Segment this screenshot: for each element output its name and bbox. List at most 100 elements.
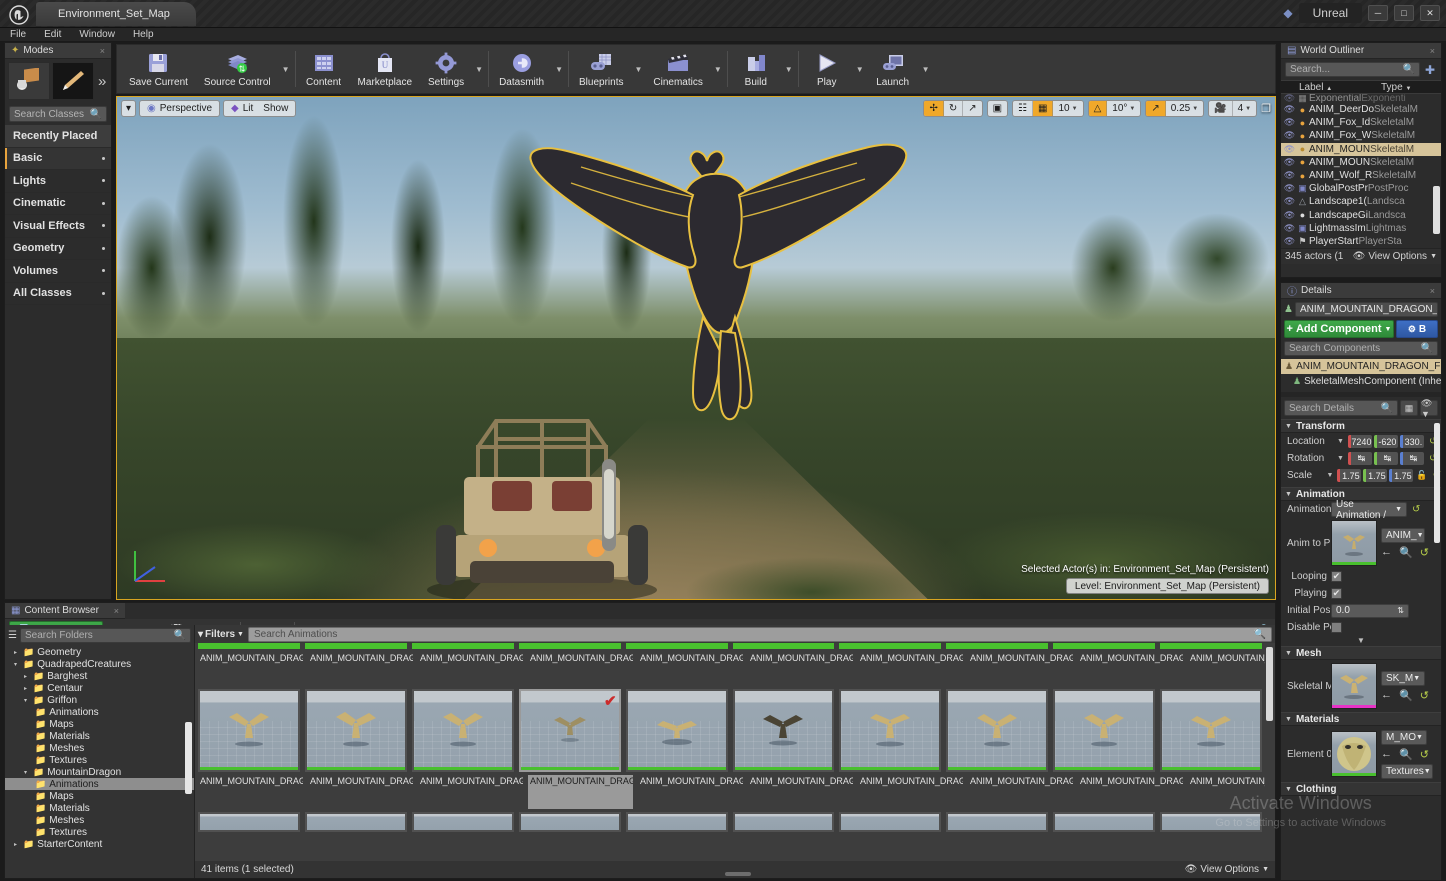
location-x-field[interactable]: 7240: [1348, 435, 1372, 448]
viewport-options-menu[interactable]: ▾: [121, 100, 136, 117]
scale-snap-icon[interactable]: ↗: [1146, 101, 1165, 116]
table-row[interactable]: 👁▣LightmassImLightmas: [1281, 222, 1441, 235]
modes-close-icon[interactable]: ×: [100, 46, 105, 56]
asset-thumbnail[interactable]: ✔: [519, 689, 621, 772]
list-item[interactable]: ANIM_MOUNTAIN_DRAGON_FlyStationaryGetHit: [308, 775, 413, 809]
modes-panel-tab[interactable]: ✦ Modes ×: [5, 43, 111, 59]
add-component-button[interactable]: + Add Component ▼: [1284, 320, 1394, 338]
browse-to-asset-icon[interactable]: 🔍: [1399, 748, 1413, 761]
asset-tile[interactable]: [1053, 689, 1155, 772]
modes-item-cinematic[interactable]: Cinematic: [5, 193, 111, 216]
rotation-z-field[interactable]: ↹: [1400, 452, 1424, 465]
search-classes-input[interactable]: Search Classes 🔍: [9, 106, 107, 122]
lock-scale-ratio-icon[interactable]: 🔓: [1416, 470, 1427, 481]
folder-row-griffon-maps[interactable]: 📁Maps: [5, 718, 194, 730]
list-item[interactable]: ANIM_MOUNTAIN_DRAGON_flyNormalGetHit: [1078, 652, 1183, 686]
reset-mesh-asset-icon[interactable]: ↺: [1420, 689, 1429, 702]
world-space-icon[interactable]: ▣: [988, 101, 1007, 116]
expand-arrow-icon[interactable]: ▾: [21, 697, 30, 704]
asset-tile[interactable]: [946, 689, 1048, 772]
content-view-options-button[interactable]: 👁 View Options ▼: [1185, 864, 1269, 875]
menu-help[interactable]: Help: [133, 29, 154, 40]
modes-item-visual-effects[interactable]: Visual Effects: [5, 215, 111, 238]
outliner-close-icon[interactable]: ×: [1430, 46, 1435, 56]
browse-to-asset-icon[interactable]: 🔍: [1399, 689, 1413, 702]
list-item[interactable]: [839, 643, 941, 649]
reset-animation-mode-icon[interactable]: ↺: [1412, 504, 1420, 515]
blueprints-dropdown-icon[interactable]: ▼: [631, 47, 645, 91]
details-close-icon[interactable]: ×: [1430, 286, 1435, 296]
toolbar-build[interactable]: Build: [730, 47, 782, 91]
list-item[interactable]: ANIM_MOUNTAIN_DRAGON_ClawsAttack2HitComb…: [418, 652, 523, 686]
visibility-eye-icon[interactable]: 👁: [1283, 144, 1296, 155]
toolbar-launch[interactable]: Launch: [867, 47, 919, 91]
visibility-eye-icon[interactable]: 👁: [1283, 94, 1296, 103]
scale-gizmo-icon[interactable]: ↗: [963, 101, 981, 116]
visibility-eye-icon[interactable]: 👁: [1283, 210, 1296, 221]
asset-tile[interactable]: [1053, 812, 1155, 832]
transform-section-header[interactable]: ▼ Transform: [1281, 419, 1441, 433]
table-row[interactable]: 👁●ANIM_Fox_IdSkeletalM: [1281, 116, 1441, 129]
table-row[interactable]: 👁▣GlobalPostPrPostProc: [1281, 182, 1441, 195]
visibility-eye-icon[interactable]: 👁: [1283, 170, 1296, 181]
toolbar-cinematics[interactable]: Cinematics: [645, 47, 710, 91]
anim-asset-dropdown[interactable]: ANIM_ ▼: [1381, 528, 1425, 543]
browse-to-asset-icon[interactable]: 🔍: [1399, 546, 1413, 559]
list-item[interactable]: [626, 643, 728, 649]
collapse-tree-icon[interactable]: ☰: [8, 630, 17, 641]
details-actor-name-field[interactable]: ANIM_MOUNTAIN_DRAGON_FlySta: [1295, 302, 1438, 317]
asset-thumbnail[interactable]: [1053, 689, 1155, 772]
edit-blueprint-button[interactable]: ⚙ B: [1396, 320, 1438, 338]
chevron-down-icon[interactable]: ▼: [1326, 472, 1333, 479]
visibility-eye-icon[interactable]: 👁: [1283, 117, 1296, 128]
folder-row-startercontent[interactable]: ▸📁StarterContent: [5, 838, 194, 850]
expand-arrow-icon[interactable]: ▸: [11, 649, 20, 656]
asset-thumbnail[interactable]: [198, 689, 300, 772]
asset-tile[interactable]: [198, 689, 300, 772]
list-item[interactable]: ANIM_MOUNTAIN_DRAGON_FlyStationaryToFall: [638, 775, 743, 809]
datasmith-dropdown-icon[interactable]: ▼: [552, 47, 566, 91]
asset-tile[interactable]: [412, 812, 514, 832]
account-label[interactable]: Unreal: [1299, 3, 1362, 23]
move-gizmo-icon[interactable]: ✢: [924, 101, 943, 116]
camera-speed-icon[interactable]: 🎥: [1209, 101, 1232, 116]
table-row[interactable]: 👁●ANIM_MOUNSkeletalM: [1281, 156, 1441, 169]
outliner-column-label[interactable]: Label ▲: [1281, 82, 1377, 93]
maximize-button[interactable]: □: [1394, 5, 1414, 21]
location-z-field[interactable]: 330.: [1400, 435, 1424, 448]
table-row[interactable]: 👁●ANIM_Wolf_RSkeletalM: [1281, 169, 1441, 182]
asset-tile[interactable]: [1160, 689, 1262, 772]
details-view-options-icon[interactable]: 👁▼: [1420, 400, 1438, 416]
list-item[interactable]: ANIM_MOUNTAIN_DRAGON_getHitFront: [858, 775, 963, 809]
list-item[interactable]: ANIM_MOUNTAIN_DRAGON_glide: [1188, 775, 1265, 809]
material-thumbnail[interactable]: [1331, 731, 1377, 777]
list-item[interactable]: [519, 643, 621, 649]
table-row[interactable]: 👁●LandscapeGiLandsca: [1281, 209, 1441, 222]
angle-snap-icon[interactable]: △: [1089, 101, 1108, 116]
rotation-y-field[interactable]: ↹: [1374, 452, 1398, 465]
materials-section-header[interactable]: ▼ Materials: [1281, 712, 1441, 726]
rotation-x-field[interactable]: ↹: [1348, 452, 1372, 465]
asset-thumbnail[interactable]: [839, 689, 941, 772]
asset-grid-hscrollbar[interactable]: [725, 872, 751, 876]
folder-row-griffon-materials[interactable]: 📁Materials: [5, 730, 194, 742]
angle-snap-value[interactable]: 10°▼: [1107, 101, 1140, 116]
folder-row-mountaindragon-textures[interactable]: 📁Textures: [5, 826, 194, 838]
asset-tile[interactable]: [946, 812, 1048, 832]
list-item[interactable]: [1053, 643, 1155, 649]
play-dropdown-icon[interactable]: ▼: [853, 47, 867, 91]
chevron-down-icon[interactable]: ▼: [1337, 455, 1344, 462]
table-row[interactable]: 👁⚑PlayerStartPlayerSta: [1281, 235, 1441, 248]
folder-row-barghest[interactable]: ▸📁Barghest: [5, 670, 194, 682]
toolbar-content[interactable]: Content: [298, 47, 350, 91]
settings-dropdown-icon[interactable]: ▼: [472, 47, 486, 91]
viewport-perspective-button[interactable]: ◉ Perspective: [139, 100, 220, 117]
outliner-column-type[interactable]: Type ▼: [1377, 82, 1441, 93]
folder-row-mountaindragon-maps[interactable]: 📁Maps: [5, 790, 194, 802]
folder-row-centaur[interactable]: ▸📁Centaur: [5, 682, 194, 694]
location-y-field[interactable]: -620: [1374, 435, 1398, 448]
asset-tile[interactable]: [412, 689, 514, 772]
asset-tile[interactable]: [839, 689, 941, 772]
outliner-row-selected[interactable]: 👁●ANIM_MOUNSkeletalM: [1281, 143, 1441, 156]
folder-row-griffon-textures[interactable]: 📁Textures: [5, 754, 194, 766]
